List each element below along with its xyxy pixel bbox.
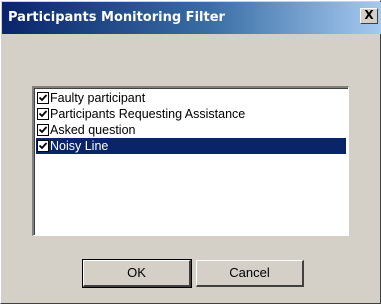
checkmark-icon <box>38 126 48 134</box>
cancel-button[interactable]: Cancel <box>196 260 304 287</box>
checkbox[interactable] <box>37 140 49 152</box>
checkbox[interactable] <box>37 108 49 120</box>
list-item[interactable]: Participants Requesting Assistance <box>36 106 346 122</box>
title-bar[interactable]: Participants Monitoring Filter X <box>2 2 381 34</box>
checkmark-icon <box>38 110 48 118</box>
checkmark-icon <box>38 94 48 102</box>
list-item-selected[interactable]: Noisy Line <box>36 138 346 154</box>
checkmark-icon <box>38 142 48 150</box>
list-item-label: Faulty participant <box>50 91 146 105</box>
checkbox[interactable] <box>37 124 49 136</box>
filter-list[interactable]: Faulty participant Participants Requesti… <box>32 86 349 236</box>
list-item-label: Asked question <box>50 123 136 137</box>
list-item[interactable]: Faulty participant <box>36 90 346 106</box>
window-title: Participants Monitoring Filter <box>8 10 225 25</box>
list-item-label: Noisy Line <box>50 139 109 153</box>
close-button[interactable]: X <box>360 8 378 24</box>
ok-button[interactable]: OK <box>82 259 192 288</box>
list-item[interactable]: Asked question <box>36 122 346 138</box>
participants-monitoring-filter-dialog: Participants Monitoring Filter X Faulty … <box>0 0 381 304</box>
checkbox[interactable] <box>37 92 49 104</box>
close-icon: X <box>364 8 374 22</box>
list-item-label: Participants Requesting Assistance <box>50 107 246 121</box>
